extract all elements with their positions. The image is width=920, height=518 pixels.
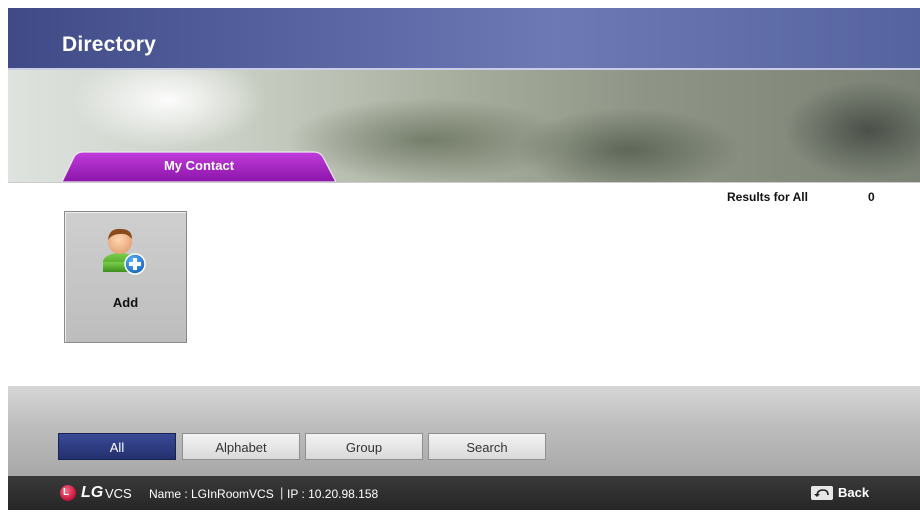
lg-logo-letter: L — [63, 487, 70, 498]
results-label: Results for All — [727, 190, 808, 204]
filter-bar — [8, 386, 920, 476]
status-separator: | — [280, 485, 284, 500]
top-frame — [0, 0, 920, 8]
status-bar — [8, 476, 920, 510]
bottom-frame — [0, 510, 920, 518]
directory-screen: Directory My Contact Results for All 0 A… — [0, 0, 920, 518]
device-ip: IP : 10.20.98.158 — [287, 487, 379, 501]
filter-alphabet-button[interactable]: Alphabet — [182, 433, 300, 460]
add-contact-button[interactable]: Add — [64, 211, 187, 343]
tab-label: My Contact — [163, 158, 235, 173]
brand-label: LG — [81, 484, 104, 501]
results-count: 0 — [868, 190, 875, 204]
page-title: Directory — [62, 33, 157, 56]
device-name: Name : LGInRoomVCS — [149, 487, 274, 501]
filter-search-button[interactable]: Search — [428, 433, 546, 460]
add-label: Add — [112, 295, 139, 310]
back-key-icon[interactable] — [811, 486, 833, 500]
filter-group-button[interactable]: Group — [305, 433, 423, 460]
add-contact-icon — [103, 228, 146, 275]
tab-my-contact[interactable]: My Contact — [62, 151, 336, 182]
product-label: VCS — [105, 486, 132, 501]
lg-logo-icon: L — [60, 485, 76, 501]
filter-all-button[interactable]: All — [58, 433, 176, 460]
back-button[interactable]: Back — [838, 485, 869, 500]
